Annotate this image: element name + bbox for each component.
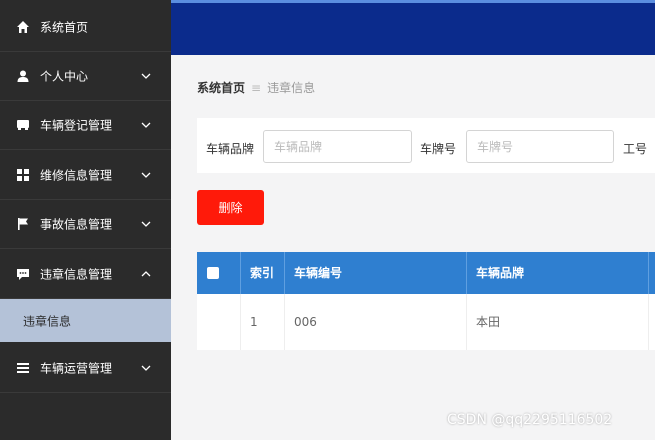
cell-brand: 本田 (467, 294, 649, 350)
row-select-cell (197, 294, 241, 350)
cell-index: 1 (241, 294, 285, 350)
header-vehicle-no[interactable]: 车辆编号 (285, 252, 467, 294)
sidebar-subitem-violation-info[interactable]: 违章信息 (0, 299, 171, 342)
top-header-bar (171, 0, 655, 55)
sidebar-item-label: 事故信息管理 (40, 217, 113, 232)
sidebar-item-label: 车辆运营管理 (40, 361, 113, 376)
chevron-down-icon (141, 122, 151, 128)
plate-label: 车牌号 (420, 142, 457, 156)
chat-icon (16, 267, 30, 281)
brand-input[interactable] (263, 130, 412, 163)
sidebar-item-maintenance[interactable]: 维修信息管理 (0, 151, 171, 200)
sidebar-item-label: 车辆登记管理 (40, 118, 113, 133)
breadcrumb-separator-icon: ≡ (251, 81, 262, 95)
chevron-down-icon (141, 172, 151, 178)
header-brand[interactable]: 车辆品牌 (467, 252, 649, 294)
chevron-down-icon (141, 365, 151, 371)
car-icon (16, 118, 30, 132)
sidebar-item-violation[interactable]: 违章信息管理 (0, 250, 171, 299)
home-icon (16, 20, 30, 34)
sidebar-item-profile[interactable]: 个人中心 (0, 52, 171, 101)
chevron-down-icon (141, 73, 151, 79)
sidebar-item-operation[interactable]: 车辆运营管理 (0, 344, 171, 393)
sidebar: 系统首页 个人中心 车辆登记管理 维修信息管理 事故信息管理 违章信息管理 违章… (0, 0, 171, 440)
sidebar-item-label: 系统首页 (40, 20, 89, 35)
select-all-checkbox[interactable] (207, 267, 219, 279)
watermark: CSDN @qq2295116502 (447, 412, 613, 428)
sidebar-subitem-label: 违章信息 (23, 314, 72, 328)
chevron-down-icon (141, 221, 151, 227)
header-index[interactable]: 索引 (241, 252, 285, 294)
plate-input[interactable] (466, 130, 614, 163)
sidebar-item-vehicle-registration[interactable]: 车辆登记管理 (0, 101, 171, 150)
delete-button[interactable]: 删除 (197, 190, 264, 225)
grid-icon (16, 168, 30, 182)
breadcrumb: 系统首页 ≡ 违章信息 (197, 79, 315, 96)
cell-vehicle-no: 006 (285, 294, 467, 350)
breadcrumb-current: 违章信息 (267, 81, 316, 95)
sidebar-item-label: 违章信息管理 (40, 267, 113, 282)
table-header: 索引 车辆编号 车辆品牌 (197, 252, 655, 294)
flag-icon (16, 217, 30, 231)
sidebar-item-label: 个人中心 (40, 69, 89, 84)
chevron-up-icon (141, 271, 151, 277)
breadcrumb-home[interactable]: 系统首页 (197, 81, 245, 95)
violation-table: 索引 车辆编号 车辆品牌 1 006 本田 (197, 252, 655, 350)
select-all-cell (197, 252, 241, 294)
brand-label: 车辆品牌 (206, 142, 255, 156)
user-icon (16, 69, 30, 83)
sidebar-item-label: 维修信息管理 (40, 168, 113, 183)
list-icon (16, 361, 30, 375)
worker-no-label: 工号 (623, 142, 648, 156)
sidebar-item-accident[interactable]: 事故信息管理 (0, 200, 171, 249)
sidebar-item-home[interactable]: 系统首页 (0, 3, 171, 52)
